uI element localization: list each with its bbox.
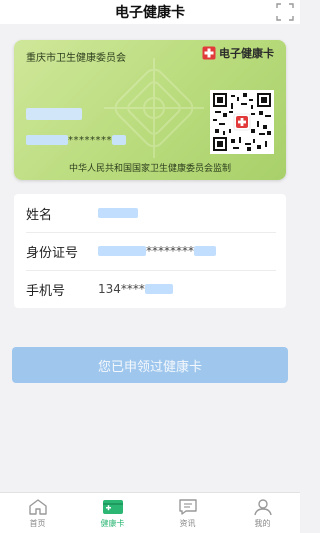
profile-icon (253, 498, 272, 515)
phone-row: 手机号 134**** (14, 270, 286, 308)
tab-home-label: 首页 (29, 518, 46, 528)
phone-value: 134**** (98, 282, 173, 296)
id-redacted-suffix (194, 246, 216, 256)
qr-code-pattern (213, 93, 271, 151)
top-bar: 电子健康卡 (0, 0, 300, 24)
id-redacted-prefix (98, 246, 146, 256)
name-row: 姓名 (14, 194, 286, 232)
tab-home[interactable]: 首页 (0, 493, 75, 533)
health-card-icon (102, 499, 123, 514)
id-label: 身份证号 (26, 245, 79, 261)
tab-profile-label: 我的 (254, 518, 271, 528)
tab-health-card-label: 健康卡 (100, 518, 125, 528)
scan-frame-icon[interactable] (276, 3, 294, 21)
health-card[interactable]: 重庆市卫生健康委员会 电子健康卡 ******** 中华人民共和国国家卫生健康委… (14, 40, 286, 180)
card-brand: 电子健康卡 (202, 45, 274, 61)
card-id-redacted-prefix (26, 135, 68, 145)
phone-label: 手机号 (26, 283, 66, 299)
name-value (98, 208, 138, 218)
bottom-tab-bar: 首页 健康卡 资讯 我的 (0, 492, 300, 533)
id-value: ******** (98, 244, 216, 258)
news-icon (178, 498, 197, 515)
personal-info-panel: 姓名 身份证号 ******** 手机号 134**** (14, 194, 286, 308)
tab-news-label: 资讯 (179, 518, 196, 528)
name-redacted (98, 208, 138, 218)
red-cross-icon (202, 46, 216, 60)
card-issuer: 重庆市卫生健康委员会 (26, 53, 126, 64)
card-brand-label: 电子健康卡 (219, 47, 274, 60)
card-id-redacted-suffix (112, 135, 126, 145)
tab-news[interactable]: 资讯 (150, 493, 225, 533)
card-holder-name-redacted (26, 108, 82, 120)
home-icon (28, 498, 47, 515)
already-applied-label: 您已申领过健康卡 (97, 359, 202, 375)
phone-prefix: 134**** (98, 282, 145, 296)
card-id-number: ******** (26, 133, 126, 147)
name-label: 姓名 (26, 207, 53, 223)
id-masked: ******** (146, 244, 194, 258)
qr-code[interactable] (210, 90, 274, 154)
id-row: 身份证号 ******** (14, 232, 286, 270)
tab-health-card[interactable]: 健康卡 (75, 493, 150, 533)
card-id-masked: ******** (68, 134, 112, 146)
tab-profile[interactable]: 我的 (225, 493, 300, 533)
card-supervisor: 中华人民共和国国家卫生健康委员会监制 (68, 164, 231, 174)
phone-redacted-suffix (144, 284, 173, 294)
already-applied-button[interactable]: 您已申领过健康卡 (12, 347, 288, 383)
page-title: 电子健康卡 (115, 5, 185, 21)
